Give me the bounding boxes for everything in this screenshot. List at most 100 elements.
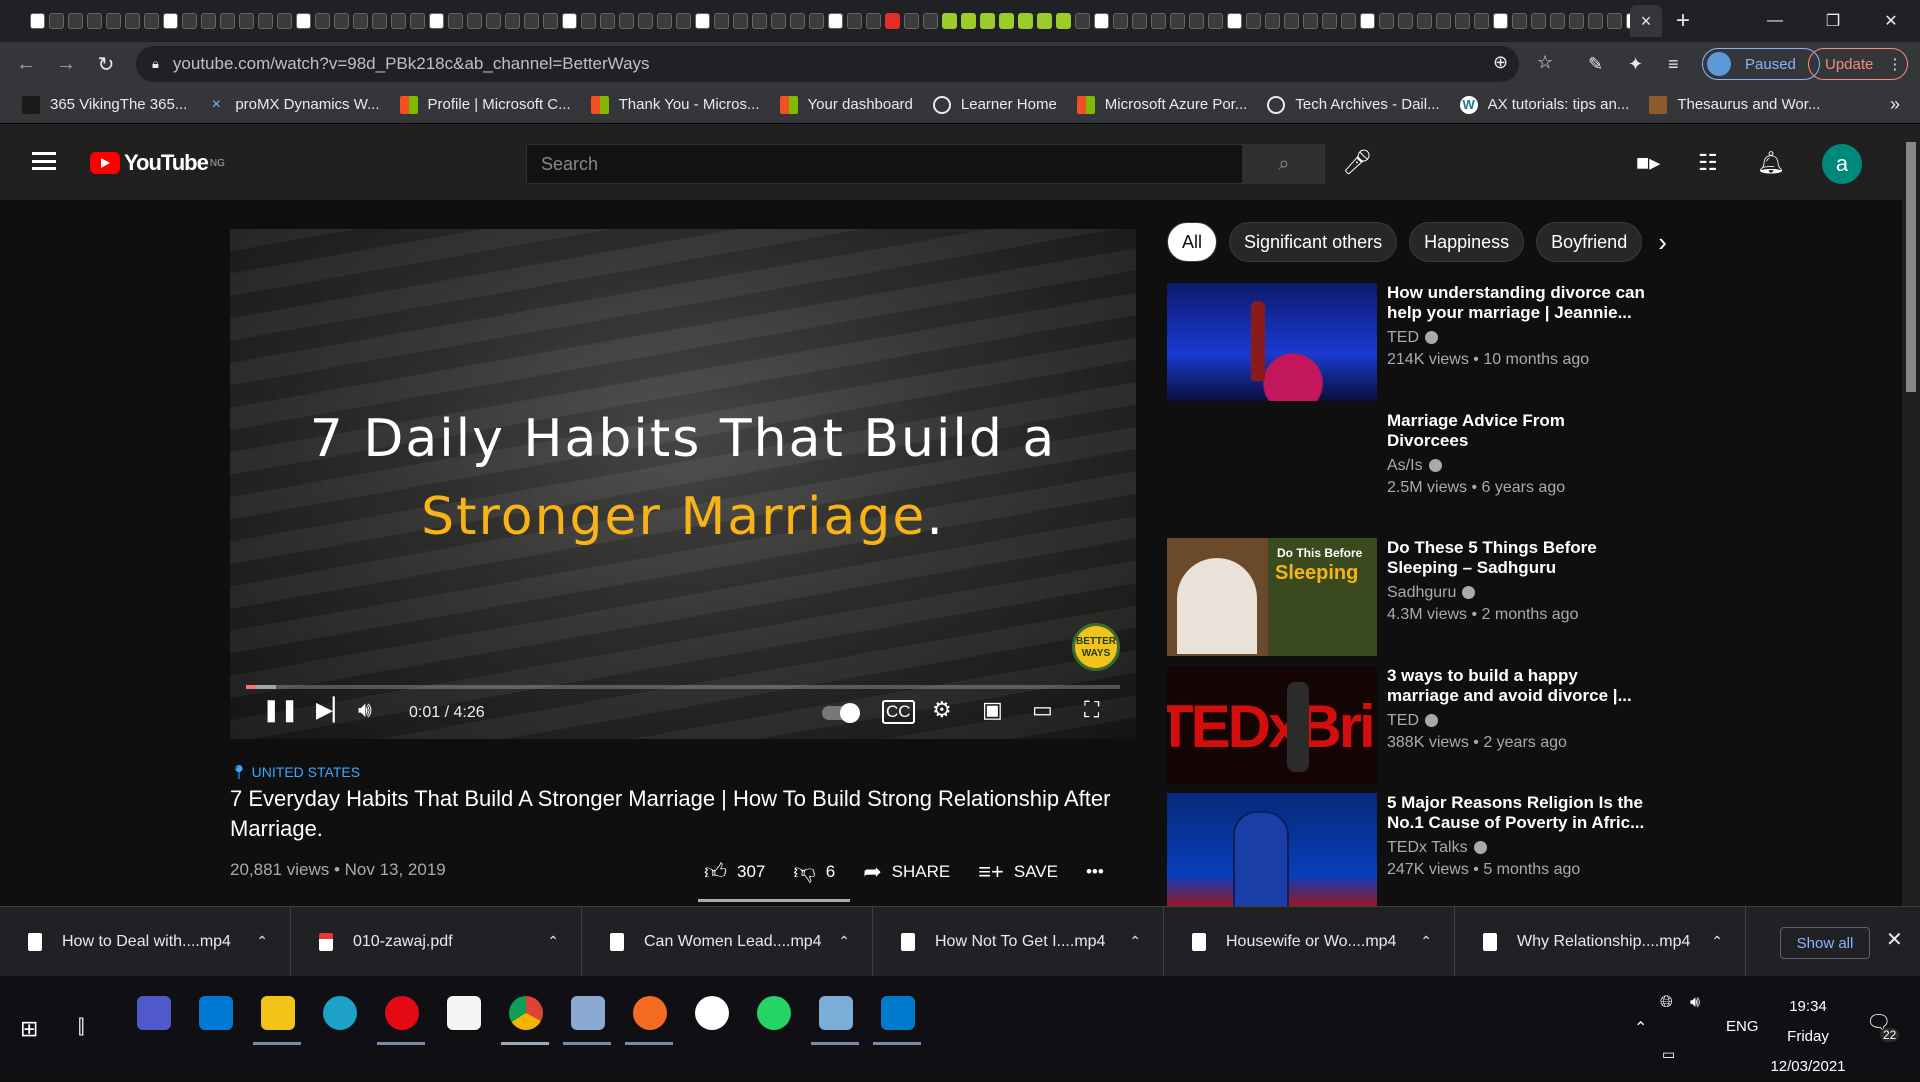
create-video-icon[interactable]: ■▸	[1636, 150, 1660, 176]
chevron-up-icon[interactable]: ⌃	[256, 933, 268, 950]
tab-favicon-icon[interactable]	[1417, 13, 1432, 29]
tab-favicon-icon[interactable]	[258, 13, 273, 29]
new-tab-button[interactable]: +	[1676, 7, 1690, 35]
tab-favicon-icon[interactable]	[1455, 13, 1470, 29]
evernote-icon[interactable]	[695, 996, 729, 1030]
tab-favicon-icon[interactable]	[87, 13, 102, 29]
tab-favicon-icon[interactable]	[1493, 13, 1508, 29]
tab-favicon-icon[interactable]	[733, 13, 748, 29]
tab-favicon-icon[interactable]	[1512, 13, 1527, 29]
tab-favicon-icon[interactable]	[1265, 13, 1280, 29]
video-player[interactable]: 7 Daily Habits That Build a Stronger Mar…	[230, 229, 1136, 739]
network-globe-icon[interactable]: 🌐︎	[1660, 994, 1673, 1012]
tab-favicon-icon[interactable]	[1474, 13, 1489, 29]
opera-icon[interactable]	[385, 996, 419, 1030]
tab-favicon-icon[interactable]	[1056, 13, 1071, 29]
chevron-up-icon[interactable]: ⌃	[1129, 933, 1141, 950]
file-explorer-icon[interactable]	[261, 996, 295, 1030]
bookmark-item[interactable]: Profile | Microsoft C...	[399, 95, 571, 114]
tab-favicon-icon[interactable]	[486, 13, 501, 29]
tab-favicon-icon[interactable]	[1607, 13, 1622, 29]
edge-icon[interactable]	[323, 996, 357, 1030]
apps-grid-icon[interactable]: ☷	[1698, 150, 1718, 176]
tab-favicon-icon[interactable]	[1151, 13, 1166, 29]
tab-favicon-icon[interactable]	[638, 13, 653, 29]
tab-favicon-icon[interactable]	[106, 13, 121, 29]
forward-button[interactable]: →	[46, 46, 86, 82]
download-item[interactable]: Can Women Lead....mp4 ⌃	[582, 906, 873, 977]
recommendation-item[interactable]: Do This Before Sleeping Do These 5 Thing…	[1167, 538, 1727, 656]
recommendation-item[interactable]: Marriage Advice From Divorcees As/Is 2.5…	[1167, 411, 1727, 529]
remote-desktop-icon[interactable]	[571, 996, 605, 1030]
tab-favicon-icon[interactable]	[1284, 13, 1299, 29]
theater-mode-icon[interactable]: ▭	[1032, 697, 1053, 723]
tab-favicon-icon[interactable]	[429, 13, 444, 29]
tab-favicon-icon[interactable]	[1075, 13, 1090, 29]
tab-favicon-icon[interactable]	[220, 13, 235, 29]
video-location[interactable]: 📍︎ UNITED STATES	[230, 764, 360, 781]
tab-favicon-icon[interactable]	[315, 13, 330, 29]
tab-favicon-icon[interactable]	[524, 13, 539, 29]
download-item[interactable]: 010-zawaj.pdf ⌃	[291, 906, 582, 977]
chevron-right-icon[interactable]: ›	[1658, 227, 1667, 258]
task-view-icon[interactable]: ⫿	[78, 1016, 84, 1039]
tab-favicon-icon[interactable]	[619, 13, 634, 29]
star-icon[interactable]: ☆	[1537, 52, 1553, 73]
tab-favicon-icon[interactable]	[1303, 13, 1318, 29]
tab-favicon-icon[interactable]	[372, 13, 387, 29]
battery-icon[interactable]: ▭	[1662, 1046, 1675, 1063]
windows-start-icon[interactable]: ⊞	[20, 1016, 38, 1042]
tab-favicon-icon[interactable]	[125, 13, 140, 29]
tab-favicon-icon[interactable]	[1246, 13, 1261, 29]
tab-favicon-icon[interactable]	[1018, 13, 1033, 29]
autoplay-toggle[interactable]	[822, 703, 860, 723]
outlook-icon[interactable]	[199, 996, 233, 1030]
tab-favicon-icon[interactable]	[296, 13, 311, 29]
tab-favicon-icon[interactable]	[505, 13, 520, 29]
bookmark-item[interactable]: Thank You - Micros...	[590, 95, 760, 114]
postman-icon[interactable]	[633, 996, 667, 1030]
tab-favicon-icon[interactable]	[1436, 13, 1451, 29]
search-button[interactable]: ⌕	[1243, 144, 1325, 184]
download-item[interactable]: How Not To Get I....mp4 ⌃	[873, 906, 1164, 977]
tab-favicon-icon[interactable]	[657, 13, 672, 29]
tab-favicon-icon[interactable]	[1360, 13, 1375, 29]
tab-favicon-icon[interactable]	[410, 13, 425, 29]
tab-favicon-icon[interactable]	[809, 13, 824, 29]
show-hidden-icons-icon[interactable]: ⌃	[1634, 1018, 1647, 1038]
language-indicator[interactable]: ENG	[1726, 1018, 1759, 1035]
system-clock[interactable]: 19:34 Friday 12/03/2021	[1758, 992, 1858, 1082]
bookmark-item[interactable]: Microsoft Azure Por...	[1076, 95, 1247, 114]
recommendation-item[interactable]: TEDxBri 3 ways to build a happy marriage…	[1167, 666, 1727, 784]
tab-favicon-icon[interactable]	[1170, 13, 1185, 29]
progress-bar[interactable]	[246, 685, 1120, 689]
download-item[interactable]: Why Relationship....mp4 ⌃	[1455, 906, 1746, 977]
tab-favicon-icon[interactable]	[676, 13, 691, 29]
chip-all[interactable]: All	[1167, 222, 1218, 262]
share-button[interactable]: ➦ SHARE	[863, 859, 950, 885]
address-bar[interactable]: 🔒︎ youtube.com/watch?v=98d_PBk218c&ab_ch…	[136, 46, 1553, 82]
tab-favicon-icon[interactable]	[144, 13, 159, 29]
notifications-bell-icon[interactable]: 🔔︎	[1757, 150, 1785, 176]
volume-tray-icon[interactable]: 🔊︎	[1690, 994, 1700, 1012]
update-button[interactable]: Update ⋮	[1808, 48, 1908, 80]
download-item[interactable]: Housewife or Wo....mp4 ⌃	[1164, 906, 1455, 977]
tab-favicon-icon[interactable]	[1322, 13, 1337, 29]
tab-favicon-icon[interactable]	[1113, 13, 1128, 29]
chrome-icon[interactable]	[509, 996, 543, 1030]
save-button[interactable]: ≡+ SAVE	[978, 859, 1058, 885]
miniplayer-icon[interactable]: ▣	[982, 697, 1003, 723]
settings-gear-icon[interactable]: ⚙	[932, 697, 952, 723]
tab-favicon-icon[interactable]	[277, 13, 292, 29]
chevron-up-icon[interactable]: ⌃	[547, 933, 559, 950]
reload-button[interactable]: ↻	[86, 46, 126, 82]
tab-favicon-icon[interactable]	[1531, 13, 1546, 29]
tab-favicon-icon[interactable]	[904, 13, 919, 29]
add-icon[interactable]: ⊕	[1493, 52, 1508, 73]
extensions-icon[interactable]: ✦	[1628, 54, 1643, 75]
tab-favicon-icon[interactable]	[885, 13, 900, 29]
download-item[interactable]: How to Deal with....mp4 ⌃	[0, 906, 291, 977]
tab-favicon-icon[interactable]	[353, 13, 368, 29]
tab-favicon-icon[interactable]	[562, 13, 577, 29]
chevron-up-icon[interactable]: ⌃	[1420, 933, 1432, 950]
